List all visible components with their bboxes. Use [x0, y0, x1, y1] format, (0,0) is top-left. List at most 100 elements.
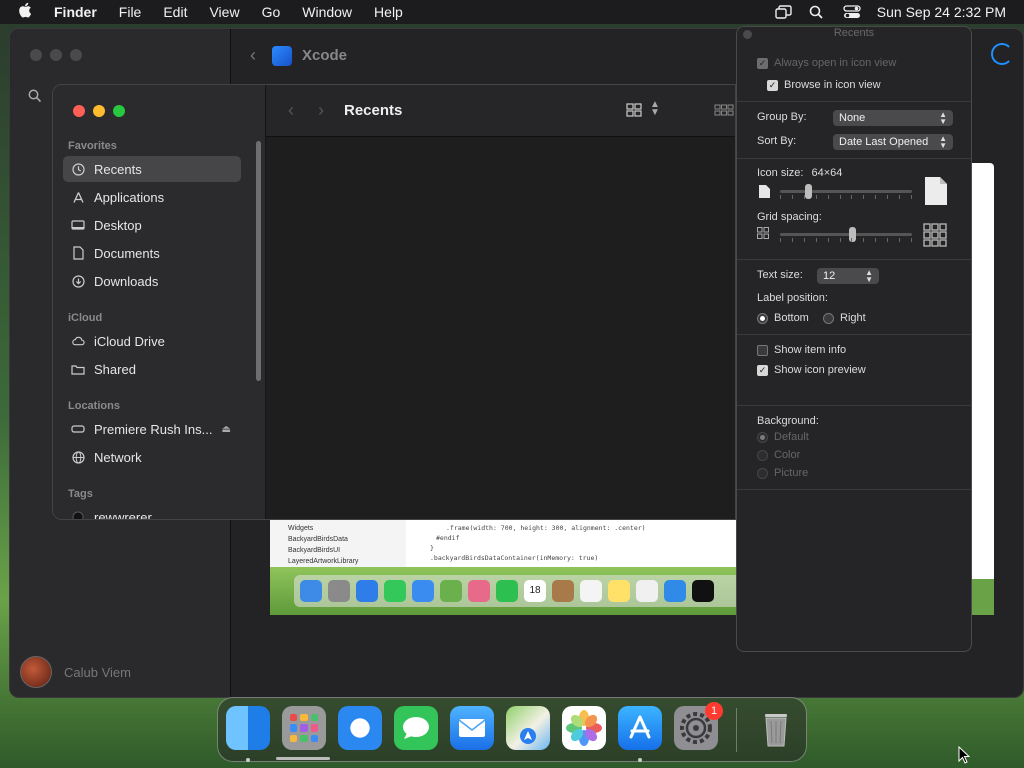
slider-knob[interactable]	[805, 184, 812, 199]
trash-icon[interactable]	[754, 706, 798, 750]
menu-help[interactable]: Help	[374, 4, 403, 20]
sidebar-item-downloads[interactable]: Downloads	[63, 268, 241, 294]
group-by-select[interactable]: None ▲ ▼	[833, 110, 953, 126]
panel-title: Recents	[833, 27, 875, 39]
apple-menu-icon[interactable]	[18, 2, 36, 23]
close-button[interactable]	[73, 105, 85, 117]
sidebar-item-applications[interactable]: Applications	[63, 184, 241, 210]
icon-view-grid-icon[interactable]	[626, 103, 642, 117]
app-store-icon[interactable]	[618, 706, 662, 750]
radio-dot-icon	[757, 431, 768, 443]
dock-scroll-indicator	[276, 757, 330, 760]
slider-tick	[875, 238, 876, 242]
tree-item[interactable]: BackyardBirdsUI	[288, 545, 406, 556]
minimize-button[interactable]	[93, 105, 105, 117]
panel-close-button[interactable]	[743, 30, 752, 39]
sidebar-item-documents[interactable]: Documents	[63, 240, 241, 266]
slider-tick	[851, 195, 852, 199]
menu-file[interactable]: File	[119, 4, 142, 20]
dock: 1	[217, 697, 807, 762]
tree-item[interactable]: LayeredArtworkLibrary	[288, 556, 406, 567]
show-icon-preview-checkbox[interactable]: ✓ Show icon preview	[757, 364, 866, 376]
always-open-icon-view-checkbox[interactable]: ✓ Always open in icon view	[757, 57, 896, 69]
sidebar-item-tag[interactable]: rewwrerer	[63, 504, 241, 519]
browse-icon-view-checkbox[interactable]: ✓ Browse in icon view	[767, 79, 881, 91]
launchpad-icon[interactable]	[282, 706, 326, 750]
radio-label: Default	[774, 431, 809, 443]
background-default-radio[interactable]: Default	[757, 431, 809, 443]
finder-content-area[interactable]	[266, 137, 735, 519]
tags-header: Tags	[68, 488, 93, 500]
tree-item[interactable]: BackyardBirdsData	[288, 534, 406, 545]
slider-tick	[828, 238, 829, 242]
view-toggle-chevrons-icon[interactable]: ▲ ▼	[650, 100, 660, 118]
menu-edit[interactable]: Edit	[163, 4, 187, 20]
chevron-updown-icon: ▲ ▼	[939, 134, 947, 150]
icon-size-label: Icon size:	[757, 167, 804, 179]
slider-tick	[887, 238, 888, 242]
menu-go[interactable]: Go	[262, 4, 281, 20]
running-indicator	[246, 758, 250, 762]
mail-icon[interactable]	[450, 706, 494, 750]
background-color-radio[interactable]: Color	[757, 449, 800, 461]
icon-size-slider[interactable]	[780, 184, 912, 199]
text-size-select[interactable]: 12 ▲ ▼	[817, 268, 879, 284]
spotlight-search-icon[interactable]	[809, 5, 827, 19]
back-chevron-icon[interactable]: ‹	[250, 45, 256, 66]
control-center-icon[interactable]	[843, 5, 861, 19]
show-item-info-checkbox[interactable]: Show item info	[757, 344, 846, 356]
sidebar-item-network[interactable]: Network	[63, 444, 241, 470]
label-bottom-radio[interactable]: Bottom	[757, 312, 809, 324]
safari-icon[interactable]	[338, 706, 382, 750]
group-view-icon[interactable]	[714, 103, 734, 117]
sort-by-select[interactable]: Date Last Opened ▲ ▼	[833, 134, 953, 150]
maps-icon[interactable]	[506, 706, 550, 750]
tree-item[interactable]: Widgets	[288, 523, 406, 534]
icloud-header: iCloud	[68, 312, 103, 324]
finder-icon[interactable]	[226, 706, 270, 750]
notes-icon	[608, 580, 630, 602]
sidebar-item-desktop[interactable]: Desktop	[63, 212, 241, 238]
grid-spacing-slider[interactable]	[780, 227, 912, 242]
slider-tick	[780, 238, 781, 242]
xcode-minimize-button[interactable]	[50, 49, 62, 61]
slider-tick	[840, 238, 841, 242]
photos-icon[interactable]	[562, 706, 606, 750]
zoom-button[interactable]	[113, 105, 125, 117]
xcode-header: ‹ Xcode	[250, 45, 347, 66]
sidebar-scrollbar[interactable]	[256, 141, 261, 381]
download-icon	[71, 274, 85, 288]
user-account[interactable]: Calub Viem	[20, 656, 131, 688]
sidebar-item-label: Documents	[94, 245, 160, 261]
messages-icon[interactable]	[394, 706, 438, 750]
clock-icon	[71, 162, 85, 176]
search-icon[interactable]	[28, 89, 42, 103]
label-right-radio[interactable]: Right	[823, 312, 866, 324]
xcode-app-icon	[272, 45, 292, 66]
menu-window[interactable]: Window	[302, 4, 352, 20]
sidebar-item-icloud-drive[interactable]: iCloud Drive	[63, 328, 241, 354]
menu-view[interactable]: View	[209, 4, 239, 20]
xcode-zoom-button[interactable]	[70, 49, 82, 61]
screen-mirroring-icon[interactable]	[775, 5, 793, 19]
contacts-icon	[552, 580, 574, 602]
sidebar-item-label: Desktop	[94, 217, 142, 233]
preview-wallpaper: 18	[270, 567, 736, 615]
finder-sidebar: Favorites Recents Applications Desktop D…	[53, 85, 266, 519]
sidebar-item-recents[interactable]: Recents	[63, 156, 241, 182]
sidebar-item-shared[interactable]: Shared	[63, 356, 241, 382]
sort-by-value: Date Last Opened	[839, 136, 929, 148]
document-icon	[71, 246, 85, 260]
forward-chevron-icon[interactable]: ›	[318, 100, 324, 121]
background-picture-radio[interactable]: Picture	[757, 467, 808, 479]
code-editor: .frame(width: 700, height: 300, alignmen…	[406, 519, 736, 567]
back-chevron-icon[interactable]: ‹	[288, 100, 294, 121]
menu-app-name[interactable]: Finder	[54, 4, 97, 20]
xcode-close-button[interactable]	[30, 49, 42, 61]
sidebar-item-premiere-rush[interactable]: Premiere Rush Ins... ⏏	[63, 416, 241, 442]
sidebar-item-label: Shared	[94, 361, 136, 377]
eject-icon[interactable]: ⏏	[222, 424, 231, 435]
drive-icon	[71, 422, 85, 436]
slider-tick	[911, 238, 912, 242]
menu-clock[interactable]: Sun Sep 24 2:32 PM	[877, 4, 1006, 20]
